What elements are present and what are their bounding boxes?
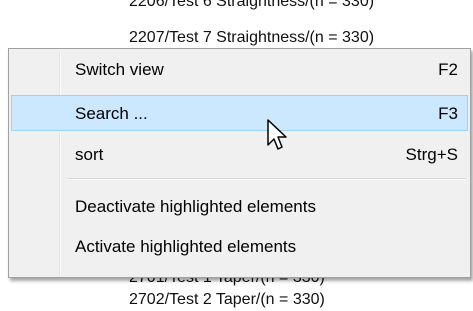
- menu-separator: [67, 178, 466, 180]
- menu-item-search[interactable]: Search ... F3: [11, 95, 468, 131]
- menu-item-switch-view[interactable]: Switch view F2: [11, 52, 468, 88]
- mouse-cursor-icon: [267, 119, 287, 150]
- menu-item-label: Switch view: [75, 60, 164, 79]
- menu-item-shortcut: F3: [438, 104, 458, 123]
- list-item[interactable]: 2207/Test 7 Straightness/(n = 330): [129, 28, 374, 48]
- menu-item-activate-highlighted[interactable]: Activate highlighted elements: [11, 229, 468, 265]
- context-menu: Switch view F2 Search ... F3 sort Strg+S…: [8, 48, 471, 278]
- list-item[interactable]: 2206/Test 6 Straightness/(n = 330): [129, 0, 374, 12]
- menu-item-label: sort: [75, 145, 104, 164]
- menu-item-shortcut: F2: [438, 60, 458, 79]
- menu-item-label: Deactivate highlighted elements: [75, 197, 316, 216]
- list-item[interactable]: 2702/Test 2 Taper/(n = 330): [129, 290, 325, 310]
- menu-item-shortcut: Strg+S: [405, 145, 458, 164]
- menu-item-label: Activate highlighted elements: [75, 237, 297, 256]
- menu-item-deactivate-highlighted[interactable]: Deactivate highlighted elements: [11, 189, 468, 225]
- menu-item-sort[interactable]: sort Strg+S: [11, 137, 468, 173]
- menu-item-label: Search ...: [75, 104, 148, 123]
